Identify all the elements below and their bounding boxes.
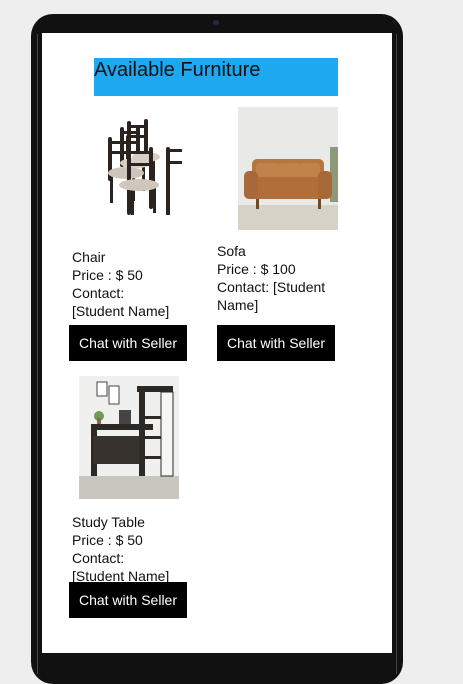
item-contact-value: Name] — [217, 297, 259, 313]
item-price: Price : $ 100 — [217, 261, 296, 277]
item-contact-label: Contact: — [72, 550, 125, 566]
tablet-frame: Available Furniture Chair Price: $ 50 C… — [31, 14, 403, 684]
study-table-info: Study Table Price : $ 50 Contact: [Stude… — [72, 513, 202, 585]
item-name: Chair — [72, 249, 106, 265]
item-price: Price : $ 50 — [72, 267, 143, 283]
item-name: Study Table — [72, 514, 145, 530]
chat-with-seller-button[interactable]: Chat with Seller — [69, 325, 187, 361]
screen: Available Furniture Chair Price: $ 50 C… — [42, 33, 392, 653]
item-name: Sofa — [217, 243, 246, 259]
camera-dot — [213, 20, 219, 25]
frame-edge-left — [37, 34, 38, 674]
item-price: Price : $ 50 — [72, 532, 143, 548]
chat-with-seller-button[interactable]: Chat with Seller — [69, 582, 187, 618]
frame-edge-right — [396, 34, 397, 674]
page-title: Available Furniture — [94, 58, 338, 96]
chair-info: Chair Price : $ 50 Contact: [Student Nam… — [72, 248, 202, 320]
leather-sofa-icon — [238, 107, 338, 230]
sofa-info: Sofa Price : $ 100 Contact: [Student Nam… — [217, 242, 347, 314]
chat-with-seller-button[interactable]: Chat with Seller — [217, 325, 335, 361]
study-desk-icon — [79, 376, 179, 499]
item-contact-value: [Student Name] — [72, 303, 170, 319]
chair-image — [72, 115, 182, 215]
sofa-image — [238, 107, 338, 230]
dining-chairs-icon — [108, 119, 182, 215]
item-contact-label: Contact: [Student — [217, 279, 326, 295]
study-table-image — [79, 376, 179, 499]
item-contact-label: Contact: — [72, 285, 125, 301]
